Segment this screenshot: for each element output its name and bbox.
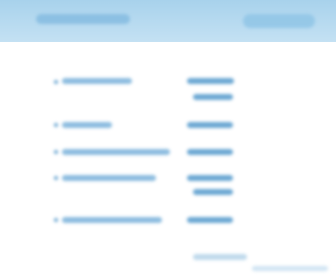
item-price: [187, 217, 233, 223]
item-price: [187, 122, 233, 128]
header-title: [36, 14, 130, 24]
item-price: [187, 175, 233, 181]
list-item[interactable]: [0, 118, 336, 132]
bullet-icon: [54, 218, 58, 222]
footer-note: [193, 254, 247, 260]
bullet-icon: [54, 176, 58, 180]
list-item[interactable]: [0, 74, 336, 108]
item-label: [62, 122, 112, 128]
item-price-line-2: [193, 94, 233, 100]
header-action-button[interactable]: [243, 14, 315, 28]
list-item[interactable]: [0, 213, 336, 227]
item-label: [62, 78, 132, 84]
item-price-line-2: [193, 189, 233, 195]
item-label: [62, 217, 162, 223]
app-header: [0, 0, 336, 42]
item-price: [187, 78, 234, 84]
item-label: [62, 149, 170, 155]
item-price: [187, 149, 233, 155]
list-item[interactable]: [0, 171, 336, 201]
footer-link[interactable]: [252, 266, 328, 271]
bullet-icon: [54, 150, 58, 154]
list-item[interactable]: [0, 145, 336, 159]
item-label: [62, 175, 156, 181]
bullet-icon: [54, 123, 58, 127]
bullet-icon: [54, 80, 58, 84]
